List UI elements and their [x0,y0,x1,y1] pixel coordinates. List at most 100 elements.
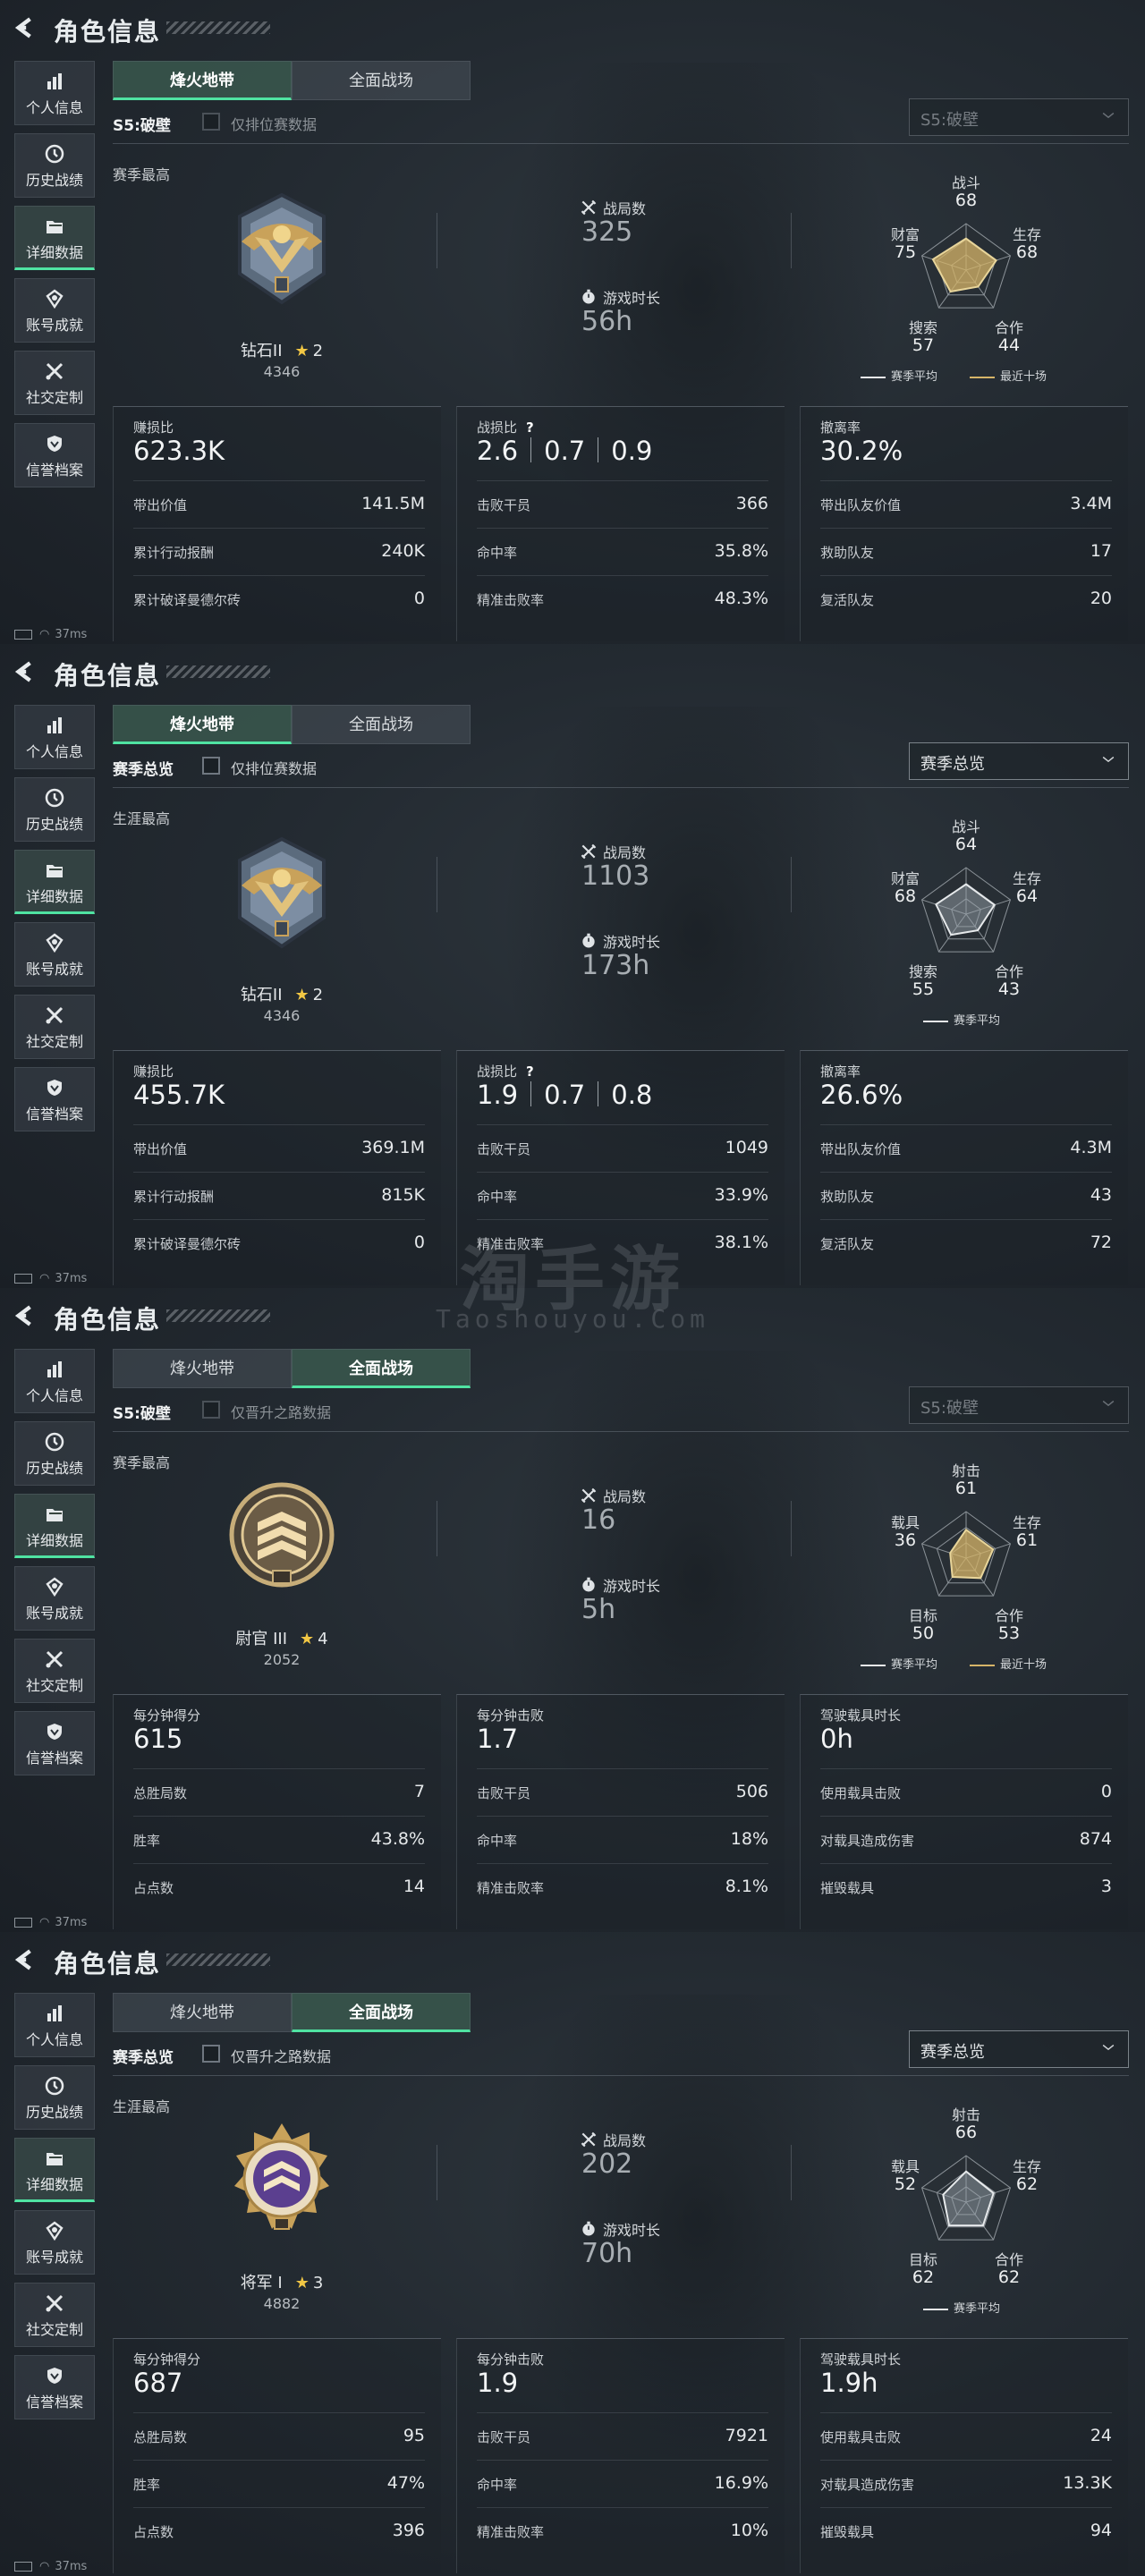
legend-recent-label: 最近十场 [1000,370,1047,384]
back-button[interactable] [13,658,36,685]
radar-legend: 赛季平均 最近十场 [861,1655,1047,1672]
tab-firezone[interactable]: 烽火地带 [113,705,292,744]
ranked-only-checkbox[interactable] [202,2045,220,2063]
panel-label: 每分钟击败 [477,2350,544,2368]
panel-row: 精准击败率 10% [477,2507,768,2555]
legend-avg-label: 赛季平均 [954,2302,1001,2316]
sidebar-item-2[interactable]: 历史战绩 [14,1421,95,1486]
sidebar-item-5[interactable]: 社交定制 [14,2283,95,2347]
tab-battlefield[interactable]: 全面战场 [292,705,471,744]
panel-row-label: 累计行动报酬 [133,545,215,561]
panel-row: 复活队友 72 [820,1219,1112,1267]
sidebar-item-5[interactable]: 社交定制 [14,995,95,1059]
rank-name: 钻石II [240,342,283,360]
panel-row-label: 使用载具击败 [820,1785,902,1801]
sidebar-item-6[interactable]: 信誉档案 [14,1711,95,1775]
tab-firezone[interactable]: 烽火地带 [113,1349,292,1388]
panel-row-value: 874 [1079,1829,1112,1849]
radar-label: 搜索 [909,963,937,980]
ranked-only-checkbox[interactable] [202,757,220,775]
radar-label: 生存 [1013,1514,1041,1531]
sidebar-item-6[interactable]: 信誉档案 [14,423,95,487]
back-button[interactable] [13,1946,36,1973]
stat-panel: 战损比? 1.9 0.7 0.8 击败干员 1049 命中率 33.9% 精准击败率 38.1% [456,1050,785,1285]
sidebar-item-label: 详细数据 [25,888,83,905]
matches-stat-icon [580,2131,598,2148]
radar-value: 43 [998,979,1020,999]
sidebar-item-2[interactable]: 历史战绩 [14,133,95,198]
ranked-only-checkbox[interactable] [202,113,220,131]
sidebar-item-1[interactable]: 个人信息 [14,61,95,125]
radar-label: 目标 [909,2251,937,2268]
sidebar-item-3[interactable]: 详细数据 [14,2138,95,2202]
panel-label-text: 每分钟击败 [477,2351,545,2368]
back-button[interactable] [13,14,36,41]
back-arrow-icon [14,661,31,682]
season-dropdown[interactable]: S5:破壁 [909,98,1129,136]
sidebar-item-label: 个人信息 [25,1387,83,1404]
panel-main-value: 623.3K [133,436,225,466]
panel-row-value: 8.1% [725,1877,768,1896]
sidebar-item-3[interactable]: 详细数据 [14,1494,95,1558]
sidebar-item-5[interactable]: 社交定制 [14,1639,95,1703]
panel-row-value: 7921 [725,2426,768,2445]
sidebar-item-2[interactable]: 历史战绩 [14,777,95,842]
status-bar: ◠ 37ms [14,628,87,641]
tab-battlefield[interactable]: 全面战场 [292,61,471,100]
best-label: 赛季最高 [113,166,171,183]
panel-row-label: 胜率 [133,1833,161,1849]
tab-battlefield[interactable]: 全面战场 [292,1349,471,1388]
season-dropdown[interactable]: 赛季总览 [909,742,1129,780]
help-icon[interactable]: ? [526,419,534,436]
tab-firezone[interactable]: 烽火地带 [113,1993,292,2032]
sidebar-item-6[interactable]: 信誉档案 [14,2355,95,2419]
rank-name-row: 钻石II ★ 2 [170,338,394,361]
panel-row-label: 累计破译曼德尔砖 [133,592,242,608]
sidebar: 个人信息历史战绩详细数据账号成就社交定制信誉档案 [14,61,95,496]
panel-row-value: 1049 [725,1138,768,1157]
sidebar-item-1[interactable]: 个人信息 [14,705,95,769]
screen-panel: 角色信息 个人信息 历史战绩 详细数据 账号成就 社交定制 信誉档案 烽火地带 全面战场 S5:破… [0,1288,1145,1932]
rank-badge [224,1476,340,1601]
panel-row-label: 摧毁载具 [820,2524,875,2540]
wifi-icon: ◠ [39,2560,50,2573]
sidebar-item-4[interactable]: 账号成就 [14,922,95,987]
rank-badge-diamond-icon [238,836,326,949]
sidebar-item-4[interactable]: 账号成就 [14,2210,95,2275]
sidebar-item-1[interactable]: 个人信息 [14,1349,95,1413]
sidebar-item-3[interactable]: 详细数据 [14,850,95,914]
panel-row-value: 48.3% [714,589,768,608]
battery-icon [14,1274,32,1284]
radar-value: 75 [895,242,916,262]
season-dropdown-value: 赛季总览 [920,755,985,774]
ranked-only-checkbox[interactable] [202,1401,220,1419]
medal-icon [46,933,64,953]
panel-row: 击败干员 366 [477,480,768,529]
radar-label: 合作 [995,1607,1023,1624]
title-hatch-decoration [166,1953,270,1966]
rank-badge-officer-icon [229,1482,335,1588]
sidebar-item-3[interactable]: 详细数据 [14,206,95,270]
season-dropdown[interactable]: S5:破壁 [909,1386,1129,1424]
sidebar-item-label: 详细数据 [25,244,83,261]
tab-firezone[interactable]: 烽火地带 [113,61,292,100]
sidebar-item-6[interactable]: 信誉档案 [14,1067,95,1131]
tab-battlefield[interactable]: 全面战场 [292,1993,471,2032]
panel-row: 总胜局数 7 [133,1768,425,1817]
sidebar-item-5[interactable]: 社交定制 [14,351,95,415]
rank-score: 4882 [263,2295,301,2312]
help-icon[interactable]: ? [526,1063,534,1080]
sidebar-item-4[interactable]: 账号成就 [14,1566,95,1631]
sidebar-item-4[interactable]: 账号成就 [14,278,95,343]
sidebar-item-1[interactable]: 个人信息 [14,1993,95,2057]
radar-value: 57 [912,335,934,355]
sidebar-item-2[interactable]: 历史战绩 [14,2065,95,2130]
panel-label: 赚损比 [133,418,174,436]
season-dropdown[interactable]: 赛季总览 [909,2030,1129,2068]
radar-chart: 战斗64生存64合作43搜索55财富68 [891,818,1041,999]
panel-row-value: 43.8% [370,1829,425,1849]
radar-label: 财富 [891,870,920,887]
panel-row-label: 救助队友 [820,1189,875,1205]
back-button[interactable] [13,1302,36,1329]
radar-value: 52 [895,2174,916,2194]
